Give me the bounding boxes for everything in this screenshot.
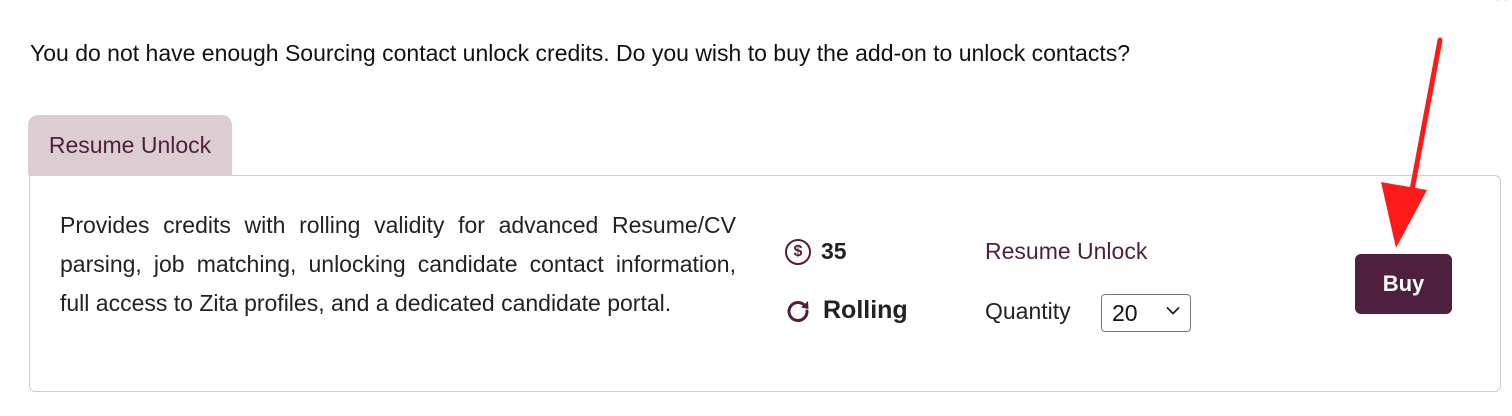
buy-button[interactable]: Buy bbox=[1355, 254, 1452, 314]
quantity-value: 20 bbox=[1112, 299, 1138, 326]
plan-name: Resume Unlock bbox=[985, 238, 1148, 264]
addon-validity: Rolling bbox=[785, 296, 908, 325]
dialog: × You do not have enough Sourcing contac… bbox=[0, 0, 1512, 416]
tab-resume-unlock[interactable]: Resume Unlock bbox=[28, 115, 232, 175]
close-icon[interactable]: × bbox=[1495, 0, 1508, 7]
quantity-select[interactable]: 20 bbox=[1101, 294, 1191, 332]
tab-label: Resume Unlock bbox=[48, 131, 212, 158]
rolling-refresh-icon bbox=[787, 300, 809, 322]
price-value: 35 bbox=[821, 238, 847, 264]
chevron-down-icon bbox=[1166, 307, 1180, 315]
dialog-message: You do not have enough Sourcing contact … bbox=[30, 40, 1131, 66]
addon-description: Provides credits with rolling validity f… bbox=[60, 212, 736, 316]
validity-value: Rolling bbox=[823, 296, 908, 324]
quantity-label: Quantity bbox=[985, 298, 1071, 324]
addon-price: $ 35 bbox=[785, 238, 847, 265]
dollar-circle-icon: $ bbox=[785, 238, 811, 265]
